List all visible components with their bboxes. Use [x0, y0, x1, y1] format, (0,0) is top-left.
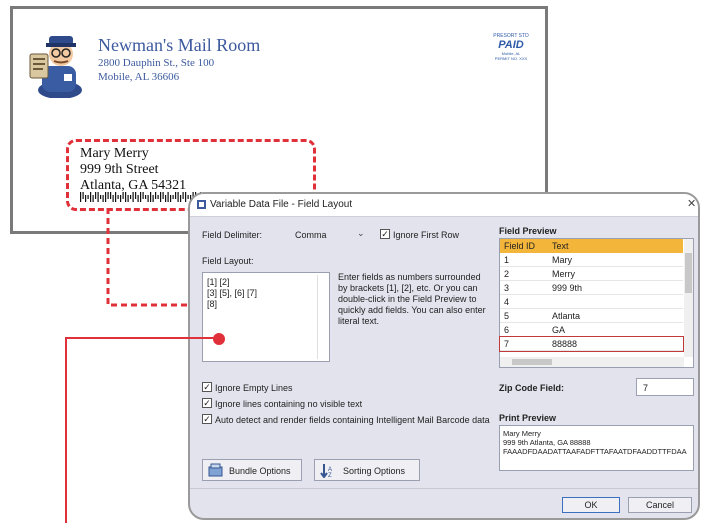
zip-code-field-label: Zip Code Field: — [499, 383, 564, 393]
cell-text: Merry — [548, 266, 683, 281]
field-layout-line1: [1] [2] — [207, 277, 230, 287]
cell-text: 999 9th — [548, 280, 683, 295]
postage-permit: PERMIT NO. XXX — [494, 56, 528, 61]
field-delimiter-value: Comma — [295, 230, 327, 240]
ignore-first-row-checkbox[interactable]: ✓ — [380, 229, 390, 239]
auto-detect-imb-label: Auto detect and render fields containing… — [215, 415, 490, 425]
cell-text — [548, 294, 683, 309]
cell-text: GA — [548, 322, 683, 337]
bundle-options-label: Bundle Options — [229, 466, 291, 476]
print-preview-label: Print Preview — [499, 413, 557, 423]
cell-text: Mary — [548, 253, 683, 267]
ignore-first-row-label: Ignore First Row — [393, 230, 460, 240]
ok-button[interactable]: OK — [562, 497, 620, 513]
print-preview-line1: Mary Merry — [503, 429, 541, 438]
print-preview-line2: 999 9th Atlanta, GA 88888 — [503, 438, 591, 447]
table-row[interactable]: 6 GA — [500, 322, 683, 337]
sorting-options-label: Sorting Options — [343, 466, 406, 476]
field-preview-header: Field ID Text — [500, 239, 683, 253]
zip-code-field-value: 7 — [643, 383, 649, 393]
field-layout-line2: [3] [5], [6] [7] — [207, 288, 258, 298]
cell-field-id: 4 — [500, 294, 548, 309]
recipient-line1: Mary Merry — [80, 146, 149, 161]
recipient-line2: 999 9th Street — [80, 162, 159, 177]
table-row[interactable]: 5 Atlanta — [500, 308, 683, 323]
print-preview-box: Mary Merry 999 9th Atlanta, GA 88888 FAA… — [499, 425, 694, 471]
cell-field-id: 7 — [500, 336, 548, 351]
field-preview-vscroll[interactable] — [684, 239, 693, 357]
postage-indicia: PRESORT STD PAID Mobile, AL PERMIT NO. X… — [480, 33, 542, 61]
cancel-button[interactable]: Cancel — [628, 497, 692, 513]
table-row[interactable]: 4 — [500, 294, 683, 309]
callout-line — [65, 337, 223, 523]
cell-field-id: 6 — [500, 322, 548, 337]
sender-address-line1: 2800 Dauphin St., Ste 100 — [98, 57, 215, 69]
field-delimiter-select[interactable]: Comma ⌄ — [290, 226, 370, 242]
sender-name: Newman's Mail Room — [98, 35, 261, 55]
field-layout-label: Field Layout: — [202, 256, 254, 266]
field-layout-scrollbar[interactable] — [317, 275, 328, 359]
table-row[interactable]: 2 Merry — [500, 266, 683, 281]
postage-paid: PAID — [498, 39, 524, 51]
app-icon — [197, 200, 206, 209]
divider — [190, 488, 698, 489]
field-layout-line3: [8] — [207, 299, 218, 309]
cell-field-id: 1 — [500, 253, 548, 267]
print-preview-line3: FAAADFDAADATTAAFADFTTAFAATDFAADDTTFDAA — [503, 447, 687, 456]
mail-carrier-mascot-icon — [29, 36, 82, 98]
field-preview-hscroll[interactable] — [500, 357, 684, 367]
chevron-down-icon: ⌄ — [357, 228, 365, 238]
ignore-no-visible-label: Ignore lines containing no visible text — [215, 399, 363, 409]
field-preview-label: Field Preview — [499, 226, 557, 236]
table-row[interactable]: 3 999 9th — [500, 280, 683, 295]
field-preview-grid[interactable]: Field ID Text 1 Mary 2 Merry 3 999 9th 4 5A… — [499, 238, 694, 368]
col-field-id[interactable]: Field ID — [500, 239, 548, 253]
svg-text:Z: Z — [328, 473, 332, 478]
field-delimiter-label: Field Delimiter: — [202, 230, 263, 240]
table-row-selected[interactable]: 7 88888 — [499, 335, 684, 352]
cell-text: Atlanta — [548, 308, 683, 323]
cell-field-id: 2 — [500, 266, 548, 281]
dialog-title: Variable Data File - Field Layout — [210, 199, 353, 210]
col-text[interactable]: Text — [548, 239, 683, 253]
sender-address-line2: Mobile, AL 36606 — [98, 71, 180, 83]
zip-code-field-input[interactable]: 7 — [636, 378, 694, 396]
field-layout-dialog: Variable Data File - Field Layout ✕ Fiel… — [188, 192, 700, 520]
cell-field-id: 3 — [500, 280, 548, 295]
close-icon[interactable]: ✕ — [687, 197, 696, 210]
sorting-options-button[interactable]: AZ Sorting Options — [314, 459, 420, 481]
sort-icon: AZ — [320, 464, 332, 478]
field-layout-help: Enter fields as numbers surrounded by br… — [338, 272, 486, 326]
cell-field-id: 5 — [500, 308, 548, 323]
table-row[interactable]: 1 Mary — [500, 253, 683, 267]
cell-text: 88888 — [548, 336, 683, 351]
